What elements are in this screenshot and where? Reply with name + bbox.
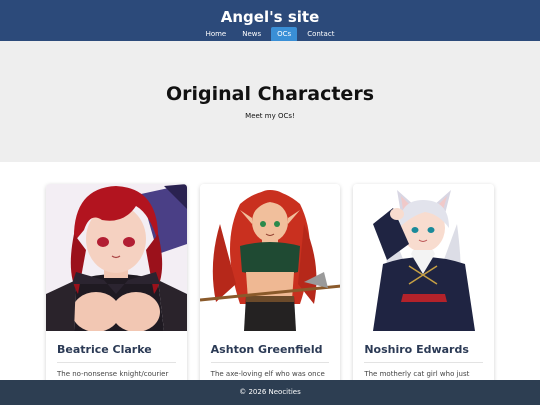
card-description: The axe-loving elf who was once — [210, 370, 325, 378]
site-header: Angel's site Home News OCs Contact — [0, 0, 540, 42]
footer-copyright: © 2026 Neocities — [239, 388, 301, 396]
card-name: Ashton Greenfield — [210, 343, 330, 363]
beatrice-portrait-image — [46, 184, 187, 331]
character-card-beatrice[interactable]: Beatrice Clarke The no-nonsense knight/c… — [46, 184, 187, 404]
page-title: Original Characters — [165, 83, 375, 105]
ashton-portrait-image — [199, 184, 341, 331]
card-description: The motherly cat girl who just — [364, 370, 470, 378]
card-name: Beatrice Clarke — [57, 343, 176, 363]
main-nav: Home News OCs Contact — [0, 27, 540, 42]
site-title: Angel's site — [220, 8, 320, 26]
card-name: Noshiro Edwards — [364, 343, 484, 363]
character-card-noshiro[interactable]: Noshiro Edwards The motherly cat girl wh… — [353, 184, 495, 404]
site-footer: © 2026 Neocities — [0, 380, 540, 405]
noshiro-portrait-image — [353, 184, 495, 331]
card-description: The no-nonsense knight/courier — [57, 370, 169, 378]
nav-contact[interactable]: Contact — [301, 27, 340, 42]
page-subtitle: Meet my OCs! — [245, 112, 295, 120]
nav-news[interactable]: News — [236, 27, 267, 42]
character-cards: Beatrice Clarke The no-nonsense knight/c… — [46, 184, 495, 404]
nav-home[interactable]: Home — [200, 27, 233, 42]
character-card-ashton[interactable]: Ashton Greenfield The axe-loving elf who… — [199, 184, 341, 404]
nav-ocs[interactable]: OCs — [271, 27, 298, 42]
hero-section: Original Characters Meet my OCs! — [0, 41, 540, 162]
